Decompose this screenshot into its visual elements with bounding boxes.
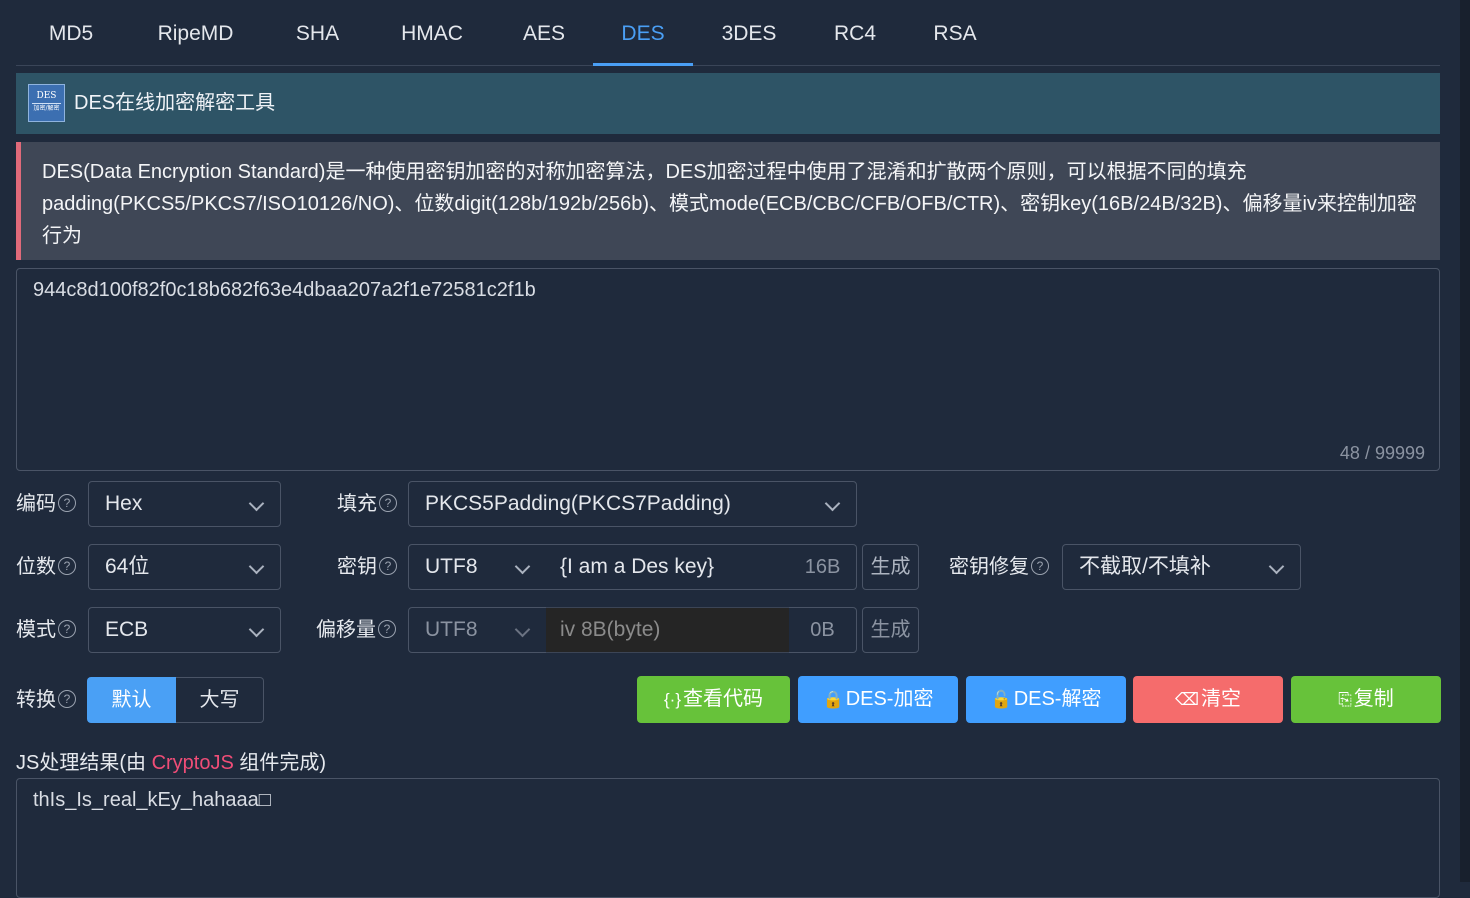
des-logo: DES 加密/解密 [28, 84, 65, 122]
tab-md5[interactable]: MD5 [29, 0, 113, 65]
page-title: DES在线加密解密工具 [74, 92, 276, 114]
result-label: JS处理结果(由 CryptoJS 组件完成) [16, 752, 327, 774]
padding-select[interactable]: PKCS5Padding(PKCS7Padding) [408, 481, 857, 527]
result-value: thIs_Is_real_kEy_hahaaa□ [33, 789, 271, 811]
tab-aes[interactable]: AES [508, 0, 580, 65]
tab-rsa[interactable]: RSA [922, 0, 988, 65]
key-charset-select[interactable]: UTF8 [408, 544, 547, 590]
help-icon[interactable]: ? [58, 556, 76, 575]
chevron-down-icon [1268, 558, 1285, 575]
key-fix-select[interactable]: 不截取/不填补 [1062, 544, 1301, 590]
help-icon[interactable]: ? [58, 689, 76, 708]
tab-rc4[interactable]: RC4 [822, 0, 888, 65]
chevron-down-icon [248, 621, 265, 638]
chevron-down-icon [248, 495, 265, 512]
convert-default-button[interactable]: 默认 [87, 677, 176, 723]
bits-label: 位数? [16, 544, 76, 590]
copy-button[interactable]: ⎘ 复制 [1291, 676, 1441, 723]
iv-input[interactable]: iv 8B(byte) [546, 607, 790, 653]
decrypt-button[interactable]: 🔓 DES-解密 [966, 676, 1126, 723]
chevron-down-icon [248, 558, 265, 575]
iv-charset-select[interactable]: UTF8 [408, 607, 547, 653]
cryptojs-link[interactable]: CryptoJS [152, 752, 234, 774]
view-code-button[interactable]: {·} 查看代码 [637, 676, 790, 723]
convert-label: 转换? [16, 677, 76, 723]
tab-hmac[interactable]: HMAC [384, 0, 480, 65]
copy-document-icon: ⎘ [1338, 690, 1352, 709]
logo-subtext: 加密/解密 [32, 103, 61, 112]
key-label: 密钥? [337, 544, 397, 590]
algorithm-tabs: MD5 RipeMD SHA HMAC AES DES 3DES RC4 RSA [16, 0, 1440, 66]
iv-label: 偏移量? [316, 607, 396, 653]
input-textarea[interactable]: 944c8d100f82f0c18b682f63e4dbaa207a2f1e72… [16, 268, 1440, 471]
convert-uppercase-button[interactable]: 大写 [176, 677, 264, 723]
tab-3des[interactable]: 3DES [708, 0, 790, 65]
help-icon[interactable]: ? [378, 619, 396, 638]
key-fix-label: 密钥修复? [949, 544, 1049, 590]
clear-button[interactable]: ⌫ 清空 [1133, 676, 1283, 723]
key-generate-button[interactable]: 生成 [862, 544, 919, 590]
tool-banner: DES 加密/解密 DES在线加密解密工具 [16, 73, 1440, 134]
padding-label: 填充? [337, 481, 397, 527]
iv-generate-button[interactable]: 生成 [862, 607, 919, 653]
tab-sha[interactable]: SHA [280, 0, 355, 65]
chevron-down-icon [514, 558, 531, 575]
tab-des[interactable]: DES [593, 0, 693, 66]
help-icon[interactable]: ? [379, 556, 397, 575]
chevron-down-icon [514, 621, 531, 638]
result-textarea[interactable]: thIs_Is_real_kEy_hahaaa□ [16, 778, 1440, 898]
mode-label: 模式? [16, 607, 76, 653]
logo-text: DES [36, 91, 57, 101]
tab-ripemd[interactable]: RipeMD [141, 0, 250, 65]
eraser-icon: ⌫ [1174, 690, 1200, 709]
help-icon[interactable]: ? [379, 493, 397, 512]
description-panel: DES(Data Encryption Standard)是一种使用密钥加密的对… [16, 142, 1440, 260]
page-scrollbar[interactable] [1460, 0, 1470, 882]
bits-select[interactable]: 64位 [88, 544, 281, 590]
chevron-down-icon [824, 495, 841, 512]
lock-icon: 🔒 [822, 690, 844, 709]
iv-size: 0B [789, 607, 857, 653]
encrypt-button[interactable]: 🔒 DES-加密 [798, 676, 958, 723]
input-value: 944c8d100f82f0c18b682f63e4dbaa207a2f1e72… [33, 279, 536, 301]
key-input[interactable]: {I am a Des key} [546, 544, 790, 590]
code-braces-icon: {·} [663, 690, 682, 709]
encoding-label: 编码? [16, 481, 76, 527]
char-counter: 48 / 99999 [1339, 443, 1425, 463]
help-icon[interactable]: ? [58, 493, 76, 512]
encoding-select[interactable]: Hex [88, 481, 281, 527]
help-icon[interactable]: ? [58, 619, 76, 638]
help-icon[interactable]: ? [1031, 556, 1049, 575]
unlock-icon: 🔓 [990, 690, 1012, 709]
mode-select[interactable]: ECB [88, 607, 281, 653]
key-size: 16B [789, 544, 857, 590]
